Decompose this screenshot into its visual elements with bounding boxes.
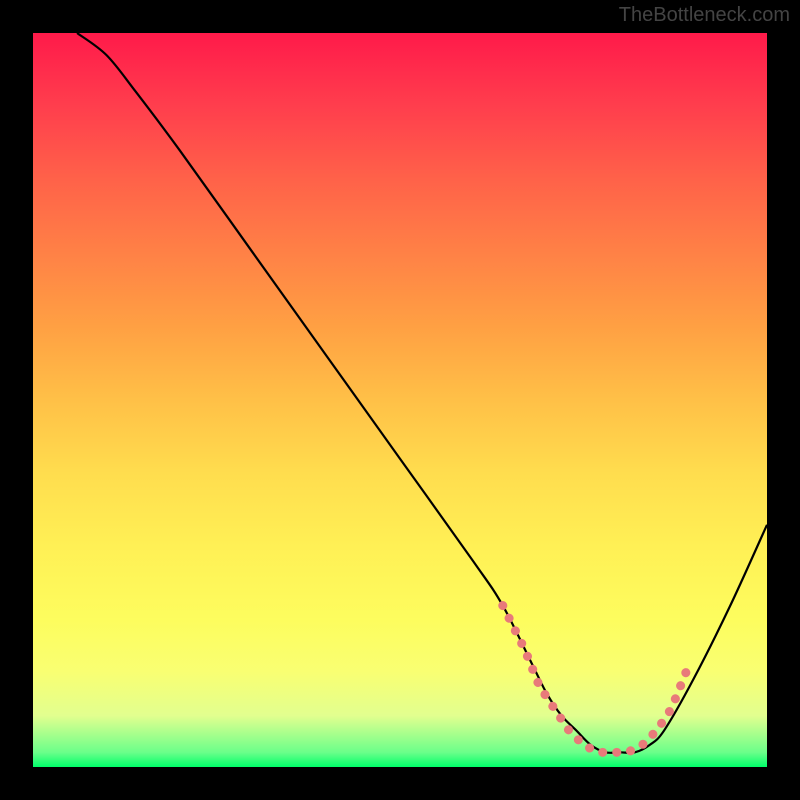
- bottleneck-curve: [77, 33, 767, 753]
- watermark-text: TheBottleneck.com: [619, 4, 790, 27]
- curve-svg: [33, 33, 767, 767]
- marker-dots: [503, 606, 687, 753]
- chart-plot-area: [33, 33, 767, 767]
